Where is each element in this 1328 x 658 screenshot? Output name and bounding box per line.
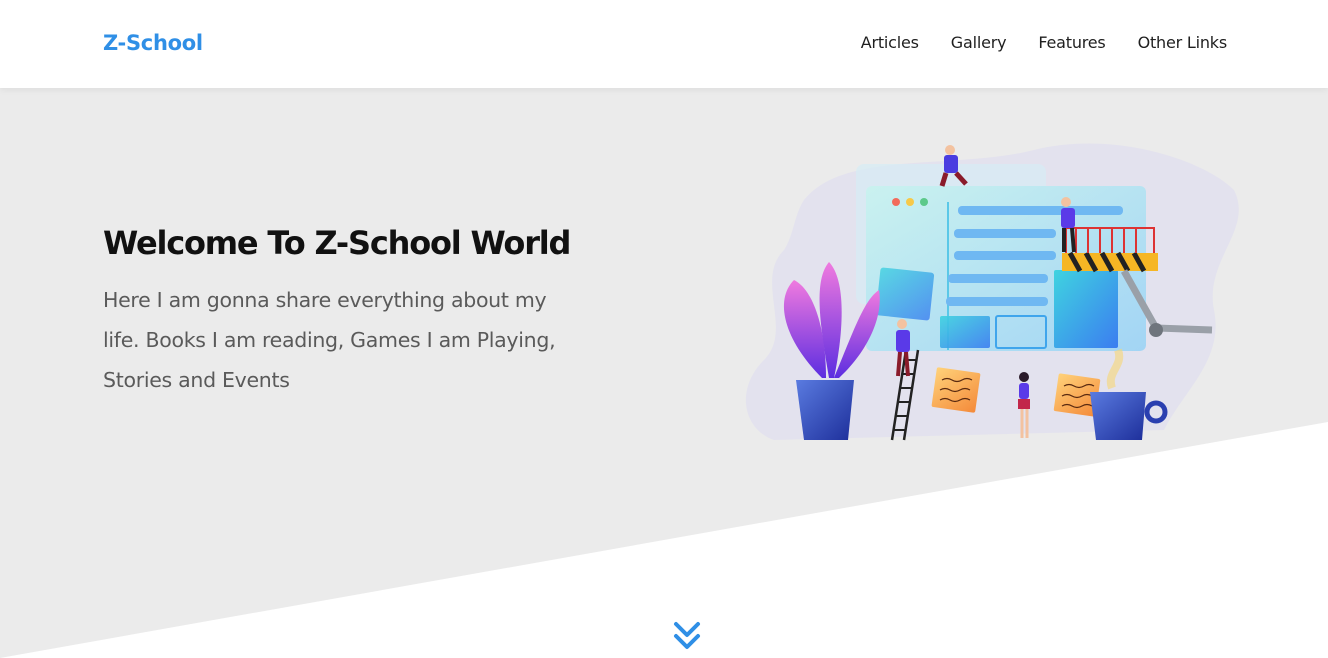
hero-description: Here I am gonna share everything about m… <box>103 288 556 392</box>
nav-link-other-links[interactable]: Other Links <box>1138 33 1228 52</box>
nav-link-features[interactable]: Features <box>1038 33 1105 52</box>
nav-link-gallery[interactable]: Gallery <box>951 33 1007 52</box>
brand-logo[interactable]: Z-School <box>103 31 203 55</box>
nav-link-articles[interactable]: Articles <box>861 33 919 52</box>
hero-title: Welcome To Z-School World <box>103 224 571 262</box>
website-building-team-illustration <box>745 143 1239 441</box>
double-chevron-down-icon[interactable] <box>672 620 702 652</box>
main-nav: Articles Gallery Features Other Links <box>829 33 1227 52</box>
navbar: Z-School Articles Gallery Features Other… <box>0 0 1328 88</box>
